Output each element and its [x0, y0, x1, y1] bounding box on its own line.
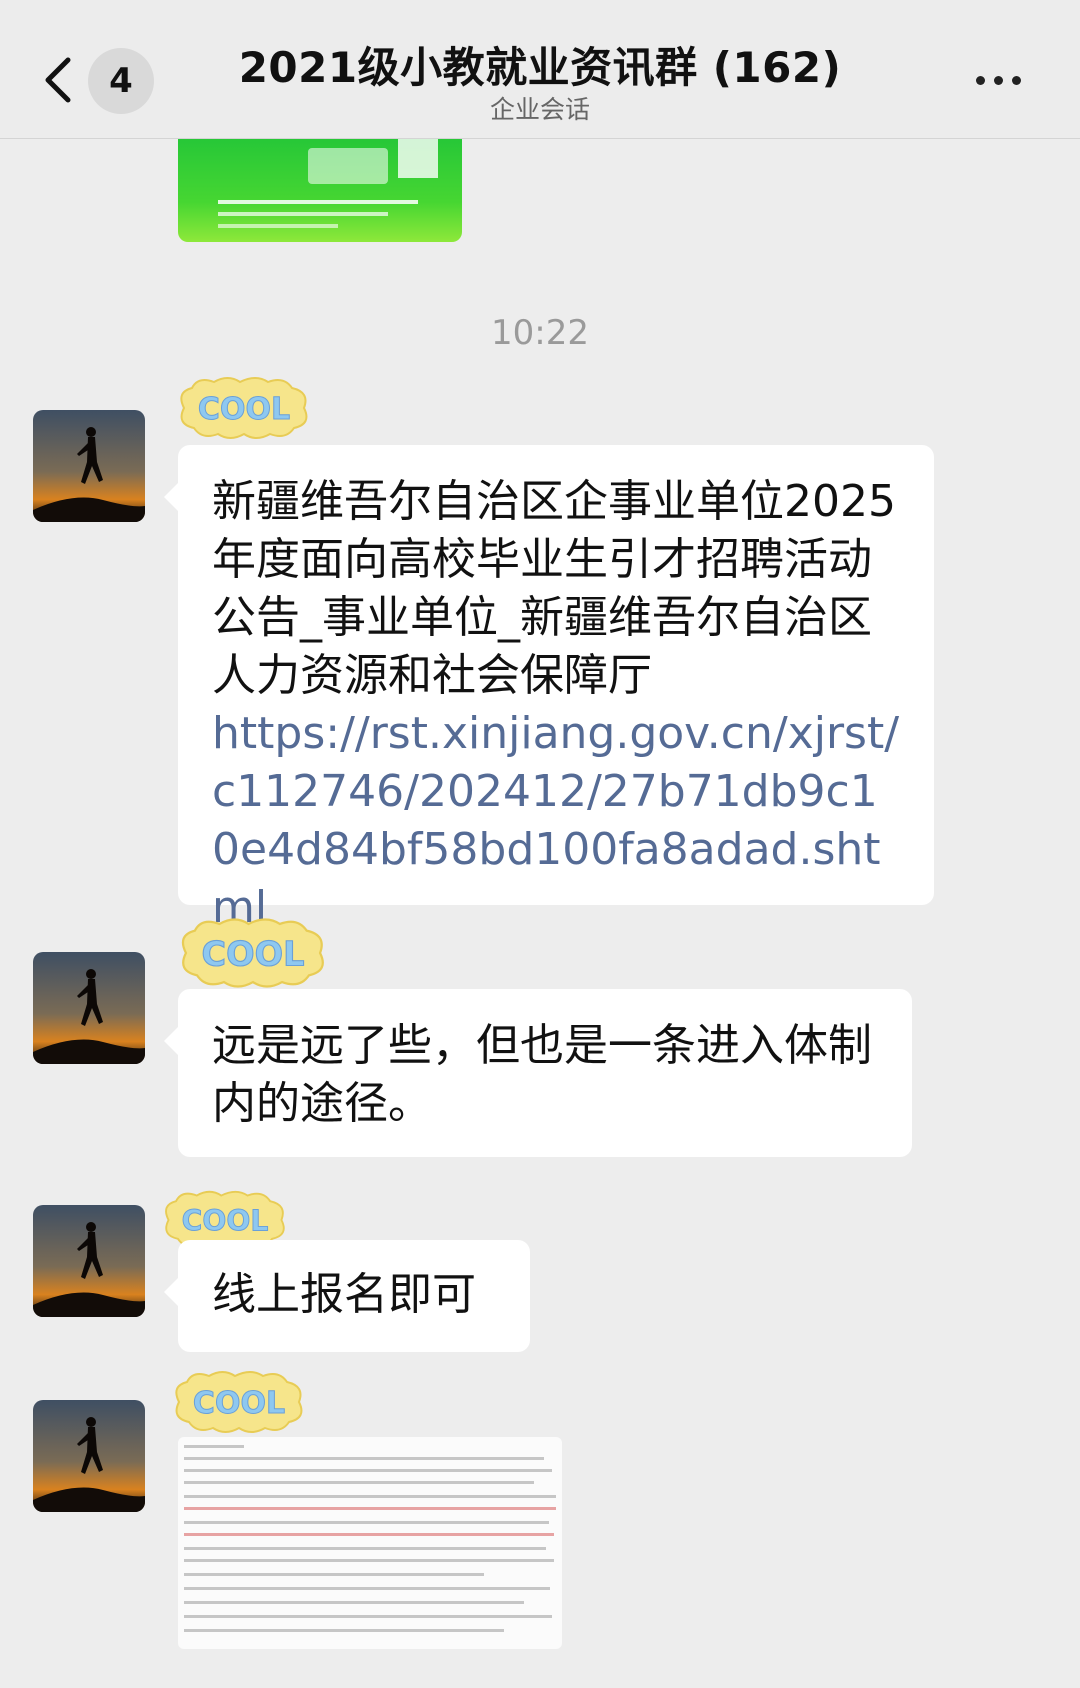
message-text: 线上报名即可 — [212, 1269, 476, 1320]
message-text: 新疆维吾尔自治区企事业单位2025年度面向高校毕业生引才招聘活动公告_事业单位_… — [212, 476, 896, 701]
avatar[interactable] — [33, 1400, 145, 1512]
chat-header: 4 2021级小教就业资讯群 (162) 企业会话 — [0, 0, 1080, 139]
message-text: 远是远了些，但也是一条进入体制内的途径。 — [212, 1020, 872, 1129]
svg-text:COOL: COOL — [182, 1204, 269, 1237]
more-dots-icon[interactable] — [976, 70, 1032, 85]
chat-subtitle: 企业会话 — [489, 95, 590, 124]
cool-sticker-icon: COOL — [181, 918, 324, 988]
message-timestamp: 10:22 — [491, 313, 589, 353]
unread-count-badge[interactable]: 4 — [88, 48, 154, 114]
svg-text:COOL: COOL — [202, 934, 305, 973]
message-bubble[interactable]: 新疆维吾尔自治区企事业单位2025年度面向高校毕业生引才招聘活动公告_事业单位_… — [164, 445, 934, 933]
message-bubble[interactable]: 线上报名即可 — [164, 1240, 530, 1352]
avatar[interactable] — [33, 1205, 145, 1317]
svg-text:COOL: COOL — [198, 392, 290, 427]
avatar[interactable] — [33, 952, 145, 1064]
message-bubble[interactable]: 远是远了些，但也是一条进入体制内的途径。 — [164, 989, 912, 1157]
chat-title: 2021级小教就业资讯群 (162) — [238, 43, 842, 92]
svg-text:COOL: COOL — [193, 1386, 285, 1421]
avatar[interactable] — [33, 410, 145, 522]
cool-sticker-icon: COOL — [175, 1371, 303, 1433]
chevron-left-icon[interactable] — [40, 50, 80, 110]
message-link[interactable]: https://rst.xinjiang.gov.cn/xjrst/c11274… — [212, 708, 899, 933]
cool-sticker-icon: COOL — [180, 377, 308, 439]
document-image-message[interactable] — [178, 1437, 562, 1649]
